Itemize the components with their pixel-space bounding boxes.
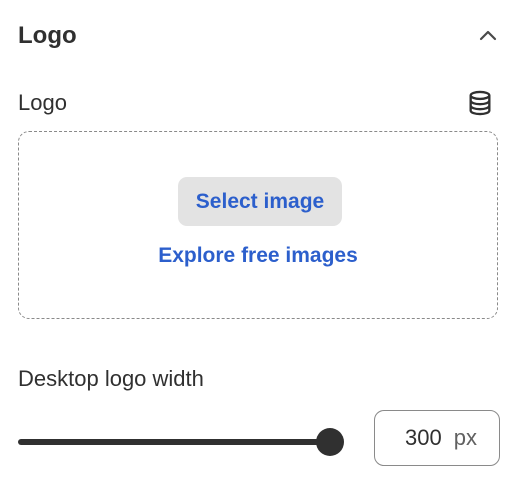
logo-dropzone[interactable]: Select image Explore free images (18, 131, 498, 319)
logo-width-slider[interactable] (18, 423, 348, 461)
logo-width-input[interactable] (385, 425, 442, 451)
logo-field-header: Logo (18, 86, 494, 120)
logo-width-field[interactable]: px (374, 410, 500, 466)
section-header[interactable]: Logo (18, 18, 500, 54)
slider-track[interactable] (18, 439, 330, 445)
explore-free-images-link[interactable]: Explore free images (19, 244, 497, 268)
desktop-logo-width-label: Desktop logo width (18, 366, 204, 391)
section-title: Logo (18, 22, 77, 49)
chevron-up-icon[interactable] (476, 24, 500, 48)
select-image-button[interactable]: Select image (178, 177, 342, 226)
slider-thumb[interactable] (316, 428, 344, 456)
unit-label: px (453, 425, 477, 450)
logo-field-label: Logo (18, 90, 67, 115)
database-icon[interactable] (466, 89, 494, 117)
